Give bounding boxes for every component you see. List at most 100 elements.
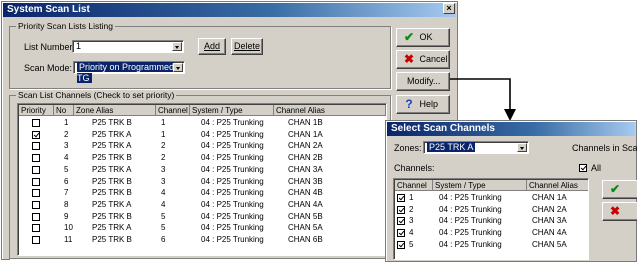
column-header-system-type[interactable]: System / Type [433, 180, 527, 191]
column-header-channel[interactable]: Channel [395, 180, 433, 191]
channel-number: 5 [161, 223, 166, 233]
column-header-channel-alias[interactable]: Channel Alias [527, 180, 588, 191]
channel-number: 4 [161, 199, 166, 209]
table-row[interactable]: 2 P25 TRK A 1 04 : P25 Trunking CHAN 1A [18, 130, 386, 140]
list-item[interactable]: 5 04 : P25 Trunking CHAN 5A [394, 240, 588, 250]
close-icon[interactable]: × [443, 3, 455, 14]
column-header-zone-alias[interactable]: Zone Alias [74, 105, 156, 116]
system-type: 04 : P25 Trunking [201, 141, 264, 151]
zone-alias: P25 TRK B [92, 118, 132, 127]
all-checkbox[interactable] [579, 164, 587, 172]
ok-button[interactable]: ✔ OK [396, 28, 450, 47]
column-header-system-type[interactable]: System / Type [190, 105, 274, 116]
table-row[interactable]: 1 P25 TRK B 1 04 : P25 Trunking CHAN 1B [18, 118, 386, 128]
channel-checkbox[interactable] [397, 205, 405, 214]
system-type: 04 : P25 Trunking [439, 193, 502, 202]
row-number: 2 [64, 129, 69, 139]
scan-list-channels-table[interactable]: Priority No Zone Alias Channel System / … [17, 103, 387, 256]
system-type: 04 : P25 Trunking [201, 235, 264, 244]
scan-mode-label: Scan Mode: [24, 63, 73, 73]
zone-alias: P25 TRK B [92, 188, 132, 198]
chevron-down-icon[interactable] [172, 42, 182, 51]
channel-alias: CHAN 1B [288, 118, 323, 127]
column-header-priority[interactable]: Priority [19, 105, 54, 116]
table-row[interactable]: 11 P25 TRK B 6 04 : P25 Trunking CHAN 6B [18, 235, 386, 245]
cancel-button[interactable]: ✖ Cancel [396, 50, 450, 69]
zone-alias: P25 TRK A [92, 164, 132, 174]
zone-alias: P25 TRK B [92, 235, 132, 244]
select-scan-channels-window: Select Scan Channels Zones: P25 TRK A Ch… [385, 120, 637, 262]
channel-alias: CHAN 3A [532, 216, 567, 226]
channel-alias: CHAN 5A [288, 223, 323, 233]
table-row[interactable]: 6 P25 TRK B 3 04 : P25 Trunking CHAN 3B [18, 177, 386, 187]
cancel-button[interactable]: ✖ [602, 202, 637, 221]
chevron-down-icon[interactable] [173, 63, 183, 72]
channel-number: 1 [161, 118, 166, 127]
ok-button[interactable]: ✔ [602, 180, 637, 199]
priority-checkbox[interactable] [32, 177, 40, 186]
channel-checkbox[interactable] [397, 240, 405, 249]
priority-checkbox[interactable] [32, 224, 40, 233]
list-number-label: List Number: [24, 42, 76, 52]
cross-icon: ✖ [609, 204, 621, 219]
channel-number: 3 [161, 176, 166, 186]
channel-alias: CHAN 5B [288, 211, 323, 221]
system-type: 04 : P25 Trunking [201, 176, 264, 186]
table-row[interactable]: 10 P25 TRK A 5 04 : P25 Trunking CHAN 5A [18, 223, 386, 233]
row-number: 10 [64, 223, 73, 233]
system-type: 04 : P25 Trunking [439, 239, 502, 249]
window-title: Select Scan Channels [387, 122, 635, 136]
channel-alias: CHAN 4A [288, 199, 323, 209]
channel-checkbox[interactable] [397, 194, 405, 202]
delete-button[interactable]: Delete [231, 38, 263, 55]
list-item[interactable]: 3 04 : P25 Trunking CHAN 3A [394, 216, 588, 226]
priority-checkbox[interactable] [32, 212, 40, 221]
zone-alias: P25 TRK B [92, 153, 132, 163]
add-button[interactable]: Add [198, 38, 226, 55]
list-number-select[interactable]: 1 [72, 40, 184, 53]
column-header-no[interactable]: No [54, 105, 74, 116]
table-row[interactable]: 8 P25 TRK A 4 04 : P25 Trunking CHAN 4A [18, 200, 386, 210]
table-row[interactable]: 4 P25 TRK B 2 04 : P25 Trunking CHAN 2B [18, 153, 386, 163]
channel-number: 2 [409, 204, 414, 214]
column-header-channel-alias[interactable]: Channel Alias [274, 105, 386, 116]
table-row[interactable]: 5 P25 TRK A 3 04 : P25 Trunking CHAN 3A [18, 165, 386, 175]
priority-checkbox[interactable] [32, 130, 40, 139]
cross-icon: ✖ [403, 52, 415, 67]
priority-checkbox[interactable] [32, 154, 40, 163]
list-item[interactable]: 2 04 : P25 Trunking CHAN 2A [394, 205, 588, 215]
table-row[interactable]: 7 P25 TRK B 4 04 : P25 Trunking CHAN 4B [18, 188, 386, 198]
channels-table[interactable]: Channel System / Type Channel Alias 1 04 … [393, 178, 589, 260]
system-type: 04 : P25 Trunking [201, 188, 264, 198]
list-item[interactable]: 1 04 : P25 Trunking CHAN 1A [394, 193, 588, 203]
priority-checkbox[interactable] [32, 200, 40, 209]
row-number: 4 [64, 153, 69, 163]
chevron-down-icon[interactable] [517, 143, 527, 152]
system-type: 04 : P25 Trunking [439, 204, 502, 214]
priority-checkbox[interactable] [32, 165, 40, 174]
row-number: 1 [64, 118, 69, 127]
channel-number: 2 [161, 141, 166, 151]
channels-in-scan-label: Channels in Scan [572, 143, 637, 153]
channels-label: Channels: [394, 163, 435, 173]
priority-checkbox[interactable] [32, 236, 40, 244]
system-type: 04 : P25 Trunking [201, 153, 264, 163]
list-item[interactable]: 4 04 : P25 Trunking CHAN 4A [394, 228, 588, 238]
priority-checkbox[interactable] [32, 119, 40, 127]
channel-checkbox[interactable] [397, 217, 405, 226]
zones-label: Zones: [394, 143, 422, 153]
zones-select[interactable]: P25 TRK A [423, 141, 529, 154]
system-type: 04 : P25 Trunking [201, 164, 264, 174]
channel-checkbox[interactable] [397, 229, 405, 238]
column-header-channel[interactable]: Channel [156, 105, 190, 116]
table-row[interactable]: 9 P25 TRK B 5 04 : P25 Trunking CHAN 5B [18, 212, 386, 222]
checkmark-icon: ✔ [403, 30, 415, 45]
priority-checkbox[interactable] [32, 189, 40, 198]
row-number: 3 [64, 141, 69, 151]
channel-number: 3 [409, 216, 414, 226]
row-number: 9 [64, 211, 69, 221]
table-row[interactable]: 3 P25 TRK A 2 04 : P25 Trunking CHAN 2A [18, 141, 386, 151]
channel-alias: CHAN 3B [288, 176, 323, 186]
priority-checkbox[interactable] [32, 142, 40, 151]
scan-mode-select[interactable]: Priority on Programmed TG [73, 61, 185, 83]
